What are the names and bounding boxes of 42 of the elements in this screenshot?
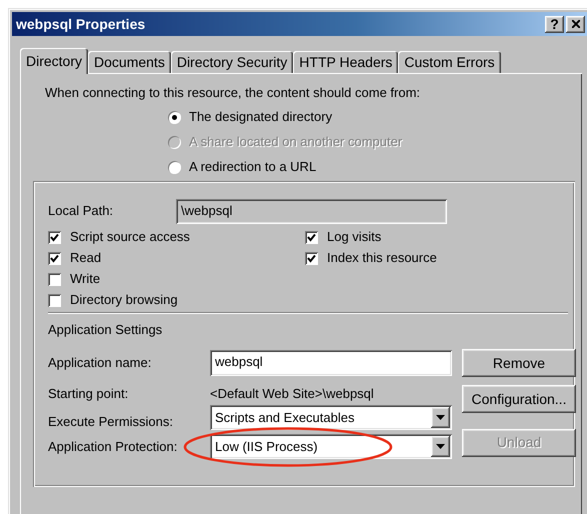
close-button[interactable] [566, 16, 585, 32]
local-path-field[interactable]: \webpsql [176, 198, 448, 224]
close-icon [572, 20, 580, 28]
field-label: Execute Permissions: [48, 414, 174, 430]
checkbox-label: Directory browsing [70, 292, 178, 308]
checkbox[interactable] [48, 272, 61, 286]
caret-icon [436, 444, 445, 450]
checkbox-label: Write [70, 271, 100, 287]
checkbox[interactable] [305, 230, 318, 244]
checkbox-label: Index this resource [327, 250, 437, 266]
starting-point-text: <Default Web Site>\webpsql [210, 386, 375, 402]
field-label: Application Protection: [48, 438, 178, 454]
tab[interactable]: Directory [20, 48, 88, 74]
section-heading: Application Settings [48, 322, 164, 338]
checkbox[interactable] [305, 252, 318, 265]
dropdown[interactable]: Scripts and Executables [210, 405, 452, 430]
window-title: webpsql Properties [16, 16, 146, 32]
text-field[interactable]: webpsql [210, 350, 452, 376]
tab[interactable]: HTTP Headers [293, 51, 398, 73]
caret-icon [436, 415, 445, 420]
checkbox-label: Log visits [327, 229, 382, 245]
radio-label: A share located on another computer [189, 134, 402, 150]
radio-button[interactable] [168, 110, 181, 124]
checkbox[interactable] [48, 230, 61, 244]
button[interactable]: Configuration... [462, 385, 576, 414]
field-label: Local Path: [48, 203, 114, 219]
radio-label: A redirection to a URL [189, 159, 316, 175]
radio-label: The designated directory [189, 109, 332, 125]
radio-button[interactable] [168, 160, 181, 174]
field-label: Application name: [48, 355, 152, 371]
tab[interactable]: Directory Security [170, 51, 294, 73]
checkbox[interactable] [48, 294, 61, 307]
dropdown[interactable]: Low (IIS Process) [210, 434, 452, 460]
checkbox[interactable] [48, 252, 61, 265]
field-label: Starting point: [48, 386, 130, 402]
checkbox-label: Script source access [70, 229, 190, 245]
checkbox-label: Read [70, 250, 102, 266]
prompt-text: When connecting to this resource, the content should come from: [45, 85, 422, 101]
tab[interactable]: Custom Errors [398, 51, 501, 73]
help-button[interactable]: ? [545, 16, 564, 32]
button[interactable]: Remove [462, 349, 576, 378]
tab[interactable]: Documents [88, 51, 171, 73]
